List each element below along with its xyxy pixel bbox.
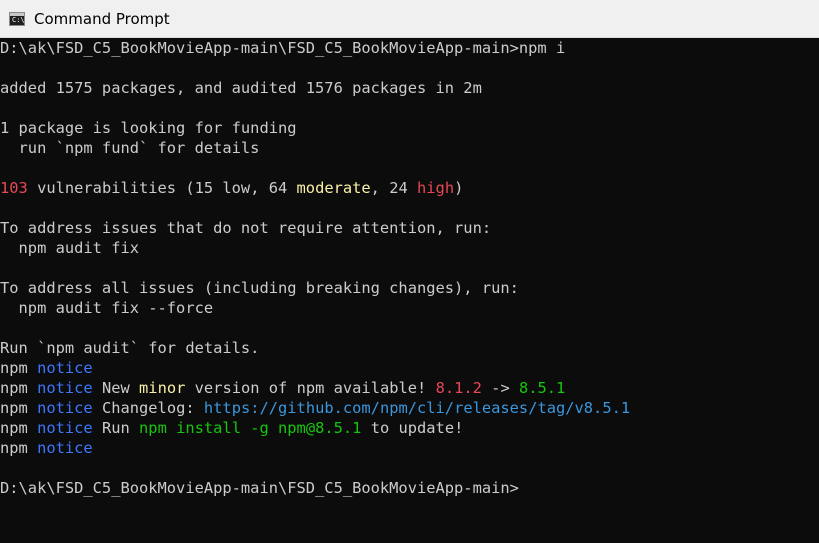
terminal-line: To address issues that do not require at… [0, 218, 819, 238]
terminal-text-blue: notice [37, 399, 93, 417]
terminal-line: npm notice New minor version of npm avai… [0, 378, 819, 398]
terminal-output[interactable]: D:\ak\FSD_C5_BookMovieApp-main\FSD_C5_Bo… [0, 38, 819, 543]
terminal-text: ) [454, 179, 464, 197]
window-title: Command Prompt [34, 9, 170, 28]
terminal-text: npm [0, 419, 38, 437]
terminal-text: Run [92, 419, 140, 437]
terminal-text: -> [481, 379, 519, 397]
terminal-text: , 24 [370, 179, 418, 197]
terminal-text-blue: notice [37, 439, 93, 457]
terminal-line: Run `npm audit` for details. [0, 338, 819, 358]
command-prompt-window: C:\ Command Prompt D:\ak\FSD_C5_BookMovi… [0, 0, 819, 543]
terminal-line: npm notice Run npm install -g npm@8.5.1 … [0, 418, 819, 438]
terminal-text: D:\ak\FSD_C5_BookMovieApp-main\FSD_C5_Bo… [0, 479, 519, 497]
terminal-line: 1 package is looking for funding [0, 118, 819, 138]
terminal-text: To address issues that do not require at… [0, 219, 492, 237]
terminal-line: npm audit fix [0, 238, 819, 258]
terminal-text-red: 103 [0, 179, 28, 197]
terminal-text: to update! [361, 419, 464, 437]
terminal-text: npm [0, 399, 38, 417]
terminal-text: D:\ak\FSD_C5_BookMovieApp-main\FSD_C5_Bo… [0, 39, 566, 57]
terminal-text: New [92, 379, 140, 397]
terminal-text: npm audit fix [0, 239, 139, 257]
terminal-text: To address all issues (including breakin… [0, 279, 519, 297]
terminal-line: 103 vulnerabilities (15 low, 64 moderate… [0, 178, 819, 198]
terminal-text: vulnerabilities (15 low, 64 [27, 179, 297, 197]
terminal-text-green: 8.5.1 [518, 379, 566, 397]
terminal-line: D:\ak\FSD_C5_BookMovieApp-main\FSD_C5_Bo… [0, 38, 819, 58]
terminal-text: Run `npm audit` for details. [0, 339, 260, 357]
terminal-text-red: high [417, 179, 455, 197]
terminal-line: To address all issues (including breakin… [0, 278, 819, 298]
console-icon: C:\ [9, 11, 25, 26]
terminal-text: run `npm fund` for details [0, 139, 260, 157]
terminal-text: Changelog: [92, 399, 204, 417]
terminal-text: npm [0, 359, 38, 377]
terminal-line: npm notice Changelog: https://github.com… [0, 398, 819, 418]
title-bar[interactable]: C:\ Command Prompt [0, 0, 819, 38]
terminal-line: npm notice [0, 358, 819, 378]
terminal-text-yellow: moderate [296, 179, 371, 197]
terminal-text-blue: notice [37, 379, 93, 397]
terminal-text: npm [0, 379, 38, 397]
terminal-line: npm notice [0, 438, 819, 458]
terminal-text-link: https://github.com/npm/cli/releases/tag/… [203, 399, 631, 417]
terminal-line: added 1575 packages, and audited 1576 pa… [0, 78, 819, 98]
terminal-text-blue: notice [37, 419, 93, 437]
terminal-text: npm audit fix --force [0, 299, 214, 317]
terminal-text-green: npm install -g npm@8.5.1 [139, 419, 362, 437]
terminal-text-yellow: minor [139, 379, 186, 397]
terminal-line: run `npm fund` for details [0, 138, 819, 158]
terminal-text-red: 8.1.2 [435, 379, 482, 397]
terminal-line: D:\ak\FSD_C5_BookMovieApp-main\FSD_C5_Bo… [0, 478, 819, 498]
terminal-text: npm [0, 439, 38, 457]
terminal-text: version of npm available! [185, 379, 436, 397]
terminal-text: 1 package is looking for funding [0, 119, 297, 137]
terminal-text-blue: notice [37, 359, 93, 377]
terminal-line: npm audit fix --force [0, 298, 819, 318]
terminal-text: added 1575 packages, and audited 1576 pa… [0, 79, 482, 97]
